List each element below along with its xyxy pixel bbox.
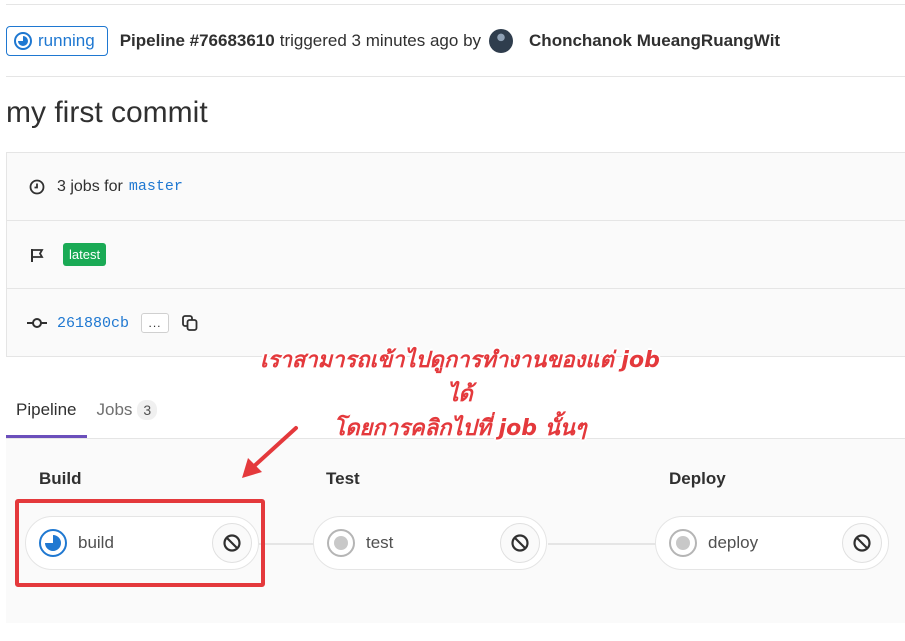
commit-icon bbox=[27, 317, 47, 329]
job-test[interactable]: test bbox=[313, 516, 547, 570]
annotation-text: เราสามารถเข้าไปดูการทำงานของแต่ job ได้ … bbox=[250, 344, 670, 446]
tab-pipeline[interactable]: Pipeline bbox=[6, 381, 87, 438]
pipeline-header: running Pipeline #76683610 triggered 3 m… bbox=[6, 6, 905, 77]
annotation-highlight-box bbox=[15, 499, 265, 587]
stage-title-test: Test bbox=[326, 469, 360, 488]
stage-title-deploy: Deploy bbox=[669, 469, 726, 488]
branch-link[interactable]: master bbox=[129, 178, 183, 195]
status-label: running bbox=[38, 31, 95, 50]
created-status-icon bbox=[668, 528, 698, 558]
tab-pipeline-label: Pipeline bbox=[16, 399, 77, 419]
running-status-icon bbox=[13, 31, 33, 51]
jobs-count-badge: 3 bbox=[137, 399, 158, 420]
expand-commit-button[interactable]: ... bbox=[141, 313, 170, 333]
stage-connector bbox=[548, 543, 659, 545]
cancel-icon bbox=[511, 534, 529, 552]
tab-jobs[interactable]: Jobs 3 bbox=[87, 381, 168, 438]
jobs-count-text: 3 jobs for bbox=[57, 177, 123, 195]
tags-row: latest bbox=[7, 221, 905, 289]
annotation-arrow-icon bbox=[242, 426, 298, 478]
stage-title-build: Build bbox=[39, 469, 82, 488]
annotation-line-2: โดยการคลิกไปที่ job นั้นๆ bbox=[333, 416, 587, 441]
job-name: test bbox=[366, 533, 394, 552]
page-title: my first commit bbox=[6, 96, 208, 129]
latest-badge: latest bbox=[63, 243, 107, 266]
clock-icon bbox=[27, 179, 47, 195]
job-deploy[interactable]: deploy bbox=[655, 516, 889, 570]
cancel-icon bbox=[853, 534, 871, 552]
triggered-text: triggered 3 minutes ago by bbox=[279, 31, 482, 50]
status-badge[interactable]: running bbox=[6, 26, 108, 56]
header-top-divider bbox=[6, 4, 905, 5]
cancel-test-button[interactable] bbox=[500, 523, 540, 563]
created-status-icon bbox=[326, 528, 356, 558]
cancel-deploy-button[interactable] bbox=[842, 523, 882, 563]
commit-sha-link[interactable]: 261880cb bbox=[57, 315, 129, 332]
avatar[interactable] bbox=[489, 29, 514, 53]
job-name: deploy bbox=[708, 533, 759, 552]
copy-icon[interactable] bbox=[181, 314, 199, 332]
flag-icon bbox=[27, 247, 47, 263]
stage-connector bbox=[259, 543, 317, 545]
pipeline-id: Pipeline #76683610 bbox=[119, 31, 275, 50]
annotation-line-1: เราสามารถเข้าไปดูการทำงานของแต่ job ได้ bbox=[260, 348, 660, 407]
jobs-row: 3 jobs for master bbox=[7, 153, 905, 221]
tab-jobs-label: Jobs bbox=[96, 399, 133, 419]
pipeline-info-box: 3 jobs for master latest 261880cb ... bbox=[6, 152, 905, 357]
author-name[interactable]: Chonchanok MueangRuangWit bbox=[529, 31, 780, 51]
